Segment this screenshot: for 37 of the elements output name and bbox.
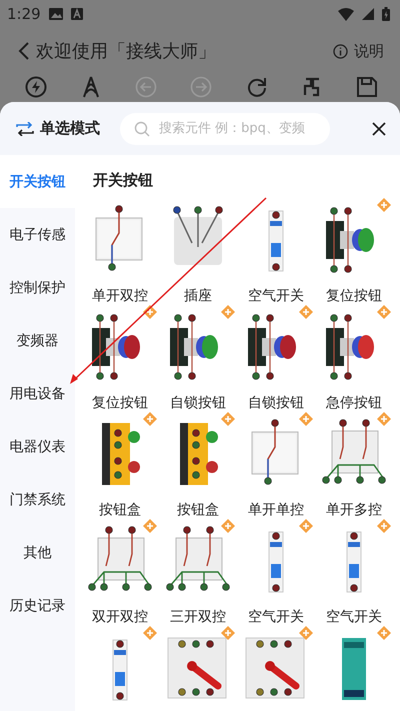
component-label: 单开单控 xyxy=(248,501,304,519)
back-icon[interactable] xyxy=(18,41,30,61)
close-icon[interactable] xyxy=(372,122,386,136)
component-label: 按钮盒 xyxy=(99,501,141,519)
component-label: 自锁按钮 xyxy=(248,394,304,412)
component-label: 急停按钮 xyxy=(326,394,382,412)
search-icon xyxy=(134,120,150,136)
component-label: 单开双控 xyxy=(92,287,148,305)
section-title: 开关按钮 xyxy=(92,170,154,191)
component-label: 空气开关 xyxy=(248,287,304,305)
search-field[interactable]: 搜索元件 例：bpq、变频 xyxy=(120,112,330,144)
component-label: 按钮盒 xyxy=(177,501,219,519)
component-label: 空气开关 xyxy=(326,608,382,626)
wifi-icon xyxy=(338,8,354,20)
component-label: 插座 xyxy=(184,287,212,305)
battery-icon xyxy=(382,7,390,21)
component-label: 自锁按钮 xyxy=(170,394,226,412)
page-title: 欢迎使用「接线大师」 xyxy=(36,40,217,63)
component-label: 双开双控 xyxy=(92,608,148,626)
component-label: 三开双控 xyxy=(170,608,226,626)
signal-icon xyxy=(362,8,374,20)
save-icon[interactable] xyxy=(356,76,378,98)
mode-toggle[interactable]: 单选模式 xyxy=(40,119,100,138)
image-icon xyxy=(48,8,63,20)
lightning-icon[interactable] xyxy=(25,76,47,98)
info-icon[interactable] xyxy=(333,44,348,58)
letter-a-icon xyxy=(70,8,83,20)
swap-icon[interactable] xyxy=(16,122,34,136)
component-label: 复位按钮 xyxy=(326,287,382,305)
component-label: 单开多控 xyxy=(326,501,382,519)
component-label: 空气开关 xyxy=(248,608,304,626)
help-link[interactable]: 说明 xyxy=(354,42,384,60)
status-time: 1:29 xyxy=(7,5,41,23)
search-field[interactable]: 搜索元件 例：bpq、变频 xyxy=(159,121,319,136)
category-tab[interactable]: 开关按钮 xyxy=(0,155,75,208)
component-label: 复位按钮 xyxy=(92,394,148,412)
refresh-icon[interactable] xyxy=(246,76,268,98)
